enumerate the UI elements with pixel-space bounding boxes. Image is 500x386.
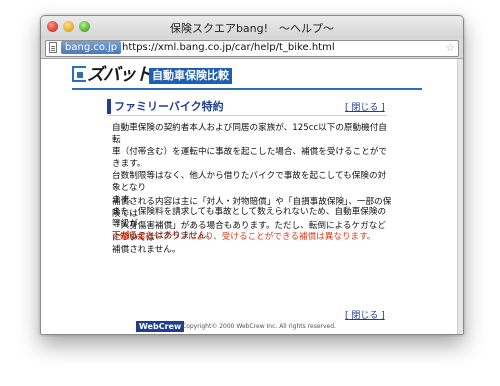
page-icon [49,42,57,53]
address-bar: bang.co.jp https://xml.bang.co.jp/car/he… [41,38,463,59]
paragraph-line: 車（付帯含む）を運転中に事故を起こした場合、補償を受けることができます。 [112,147,388,169]
url-text[interactable]: https://xml.bang.co.jp/car/help/t_bike.h… [122,41,335,55]
bookmark-star-icon[interactable]: ☆ [445,41,455,55]
zubat-logo-mark-icon [72,66,86,82]
close-link-top[interactable]: [ 閉じる ] [345,102,385,114]
section-title-underline [107,115,387,116]
page-content: ズバット 自動車保険比較 ファミリーバイク特約 [ 閉じる ] 自動車保険の契約… [41,59,463,334]
site-identity-badge[interactable]: bang.co.jp [61,41,122,54]
browser-window: 保険スクエアbang! ～ヘルプ～ bang.co.jp https://xml… [40,15,464,335]
red-note: ※保険会社やプランにより、受けることができる補償は異なります。 [112,232,376,242]
copyright-text: Copyright© 2000 WebCrew Inc. All rights … [182,323,336,330]
logo-badge: 自動車保険比較 [149,68,232,84]
paragraph-scope: 補償される内容は主に「対人・対物賠償」や「自損事故保険」、一部の保険では 「人身… [112,196,392,256]
paragraph-line: 台数制限等はなく、他人から借りたバイクで事故を起こしても保険の対象となり [112,171,387,193]
url-field[interactable]: bang.co.jp https://xml.bang.co.jp/car/he… [45,40,459,57]
paragraph-line: 補償される内容は主に「対人・対物賠償」や「自損事故保険」、一部の保険では [112,197,392,219]
zubat-logo: ズバット 自動車保険比較 [72,65,252,85]
webcrew-logo: WebCrew [136,321,185,332]
footer: WebCrew Copyright© 2000 WebCrew Inc. All… [136,321,456,333]
section-title-marker [107,99,111,114]
title-bar[interactable]: 保険スクエアbang! ～ヘルプ～ [41,16,463,38]
paragraph-line: 自動車保険の契約者本人および同居の家族が、125cc以下の原動機付自転 [112,123,387,145]
paragraph-line: 補償されません。 [112,245,181,255]
header-divider [72,88,422,90]
window-title: 保険スクエアbang! ～ヘルプ～ [169,22,335,35]
logo-text: ズバット [87,65,152,85]
vertical-scrollbar[interactable] [457,59,463,334]
section-title: ファミリーバイク特約 [114,100,224,113]
